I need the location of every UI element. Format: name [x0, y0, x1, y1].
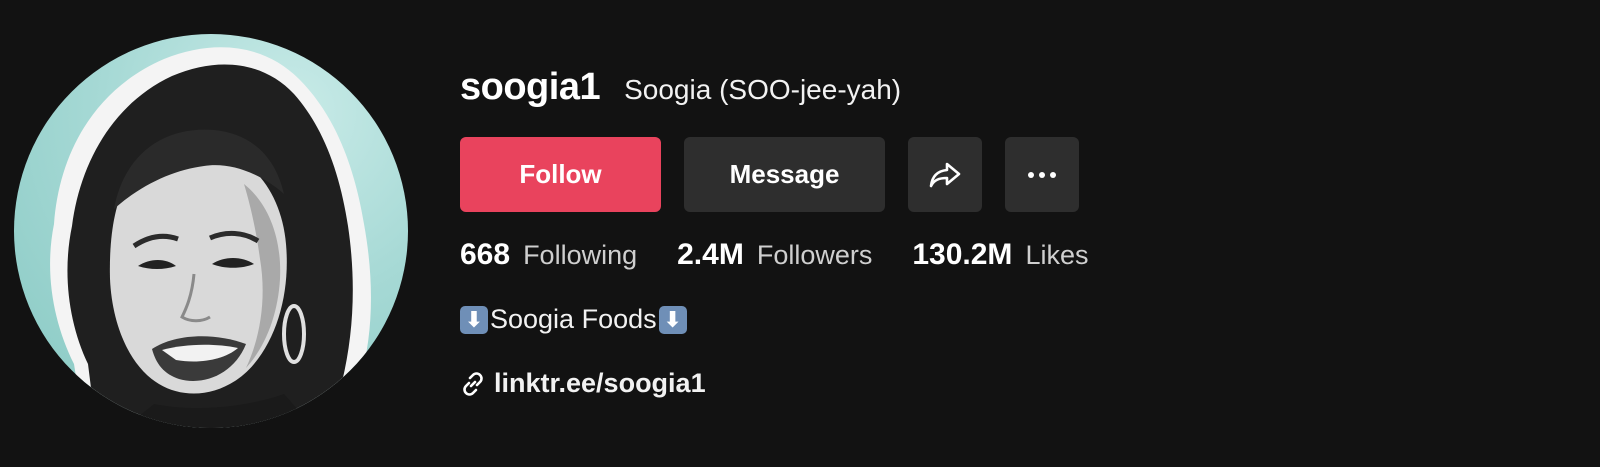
- following-count: 668: [460, 238, 511, 271]
- more-dots-icon: [1028, 171, 1056, 178]
- down-arrow-emoji-icon: ⬇: [460, 305, 488, 334]
- avatar-photo: [50, 47, 371, 428]
- avatar[interactable]: [14, 34, 408, 428]
- followers-count: 2.4M: [677, 238, 744, 271]
- follow-button[interactable]: Follow: [460, 137, 661, 212]
- profile-header: soogia1 Soogia (SOO-jee-yah) Follow Mess…: [0, 0, 1600, 467]
- more-button[interactable]: [1005, 137, 1079, 212]
- share-button[interactable]: [908, 137, 982, 212]
- profile-link-text: linktr.ee/soogia1: [494, 368, 706, 398]
- name-row: soogia1 Soogia (SOO-jee-yah): [460, 66, 1560, 112]
- profile-stats: 668 Following 2.4M Followers 130.2M Like…: [460, 238, 1128, 272]
- link-icon: [460, 371, 486, 397]
- stat-likes: 130.2M Likes: [912, 238, 1088, 272]
- likes-label: Likes: [1025, 240, 1089, 270]
- profile-link[interactable]: linktr.ee/soogia1: [460, 368, 706, 399]
- display-name: Soogia (SOO-jee-yah): [624, 74, 902, 105]
- stat-following[interactable]: 668 Following: [460, 238, 637, 272]
- message-button[interactable]: Message: [684, 137, 885, 212]
- followers-label: Followers: [756, 240, 873, 270]
- share-arrow-icon: [929, 162, 961, 187]
- down-arrow-emoji-icon: ⬇: [658, 305, 687, 334]
- stat-followers[interactable]: 2.4M Followers: [677, 238, 872, 272]
- bio: ⬇ Soogia Foods ⬇: [460, 304, 687, 335]
- profile-info: soogia1 Soogia (SOO-jee-yah) Follow Mess…: [460, 66, 1560, 398]
- bio-text: Soogia Foods: [490, 304, 657, 334]
- following-label: Following: [523, 240, 638, 270]
- likes-count: 130.2M: [912, 238, 1013, 271]
- action-buttons: Follow Message: [460, 137, 1079, 212]
- username: soogia1: [460, 66, 601, 108]
